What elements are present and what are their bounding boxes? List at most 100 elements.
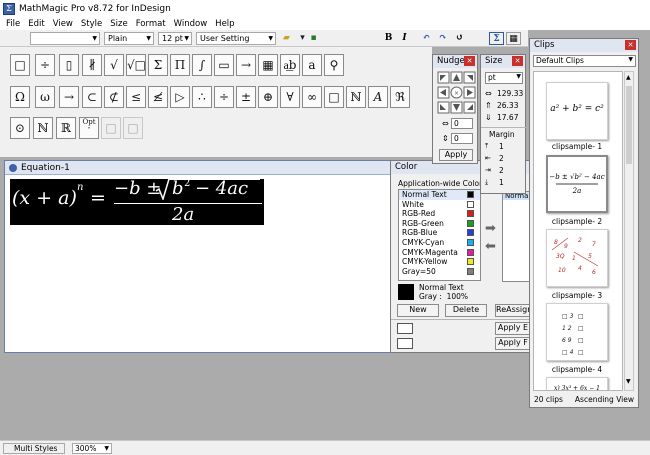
color-item-rgb-green[interactable]: RGB-Green (399, 219, 480, 229)
palette-button[interactable]: ▯ (59, 54, 79, 76)
clip-thumbnail-selected[interactable]: −b ± √b² − 4ac 2a (546, 155, 608, 213)
setting-select[interactable]: User Setting ▼ (196, 32, 276, 45)
new-color-button[interactable]: New (397, 304, 439, 317)
margin-left-value[interactable]: 2 (499, 154, 504, 163)
save-icon[interactable]: ▪ (306, 32, 321, 45)
margin-top-value[interactable]: 1 (499, 142, 504, 151)
menu-style[interactable]: Style (81, 19, 102, 29)
palette-button[interactable]: □ (101, 117, 121, 139)
palette-button[interactable]: → (236, 54, 256, 76)
clip-thumbnail[interactable]: a² + b² = c² (546, 82, 608, 140)
palette-button[interactable]: ∴ (192, 86, 212, 108)
palette-button[interactable]: □ (10, 54, 30, 76)
menu-view[interactable]: View (53, 19, 73, 29)
refresh-icon[interactable]: ↺ (452, 32, 467, 45)
close-icon[interactable]: ✕ (512, 56, 523, 66)
palette-button[interactable]: ⊕ (258, 86, 278, 108)
color-item-cmyk-yellow[interactable]: CMYK-Yellow (399, 257, 480, 267)
undo-icon[interactable]: ↶ (419, 32, 434, 45)
style-select[interactable]: Plain ▼ (104, 32, 154, 45)
nudge-apply-button[interactable]: Apply (439, 149, 473, 161)
palette-button[interactable]: ▷ (170, 86, 190, 108)
palette-button[interactable]: ⊂ (82, 86, 102, 108)
bold-button[interactable]: B (381, 32, 396, 45)
color-item-cmyk-magenta[interactable]: CMYK-Magenta (399, 248, 480, 258)
palette-option-button[interactable]: Opt ˆ (79, 117, 99, 139)
clips-library-select[interactable]: Default Clips ▼ (533, 55, 636, 67)
open-folder-icon[interactable]: ▰ (279, 32, 294, 45)
palette-button[interactable]: Π (170, 54, 190, 76)
palette-button[interactable]: A (368, 86, 388, 108)
width-value[interactable]: 129.33 (497, 89, 523, 98)
clips-scrollbar[interactable]: ▲ ▼ (624, 71, 634, 391)
palette-button[interactable]: ω (35, 86, 55, 108)
redo-icon[interactable]: ↷ (435, 32, 450, 45)
margin-right-value[interactable]: 2 (499, 166, 504, 175)
palette-button[interactable]: ≤ (126, 86, 146, 108)
palette-button[interactable]: ∫ (192, 54, 212, 76)
arrow-right-icon[interactable]: ➡ (485, 221, 496, 236)
zoom-select[interactable]: 300% ▼ (72, 443, 112, 454)
clips-sort-view[interactable]: Ascending View (575, 395, 634, 404)
menu-size[interactable]: Size (110, 19, 127, 29)
palette-button[interactable]: ± (236, 86, 256, 108)
palette-button[interactable]: Σ (148, 54, 168, 76)
palette-button[interactable]: ▭ (214, 54, 234, 76)
arrow-left-icon[interactable]: ⬅ (485, 239, 496, 254)
horizontal-nudge-input[interactable]: 0 (451, 118, 473, 129)
color-item-normal-text[interactable]: Normal Text (399, 190, 480, 200)
menu-edit[interactable]: Edit (28, 19, 44, 29)
color-item-white[interactable]: White (399, 200, 480, 210)
italic-button[interactable]: I (397, 32, 412, 45)
palette-button[interactable]: ∀ (280, 86, 300, 108)
palette-button[interactable]: ℜ (390, 86, 410, 108)
palette-button[interactable]: □ (324, 86, 344, 108)
ascent-value[interactable]: 26.33 (497, 101, 518, 110)
palette-button[interactable]: ⚲ (324, 54, 344, 76)
clip-thumbnail[interactable]: □ 3 □ 1 2 □ 6 9 □ □ 4 □ (546, 303, 608, 361)
clip-thumbnail[interactable]: x) 3x³ + 6x − 1 (546, 377, 608, 390)
close-icon[interactable]: ✕ (464, 56, 475, 66)
palette-button[interactable]: ℝ (56, 117, 76, 139)
color-item-rgb-red[interactable]: RGB-Red (399, 209, 480, 219)
palette-button[interactable]: a (302, 54, 322, 76)
palette-button[interactable]: ⊄ (104, 86, 124, 108)
scroll-up-icon[interactable]: ▲ (626, 74, 632, 84)
scrollbar-thumb[interactable] (626, 86, 632, 164)
palette-button[interactable]: ▦ (258, 54, 278, 76)
font-select[interactable]: ▼ (30, 32, 100, 45)
apply-e-button[interactable]: Apply E (495, 322, 531, 335)
menu-window[interactable]: Window (174, 19, 208, 29)
clip-thumbnail[interactable]: 8 9 2 7 3Q 1 5 10 4 6 (546, 229, 608, 287)
color-item-gray-50[interactable]: Gray=50 (399, 267, 480, 277)
palette-button[interactable]: ⊙ (10, 117, 30, 139)
equation-display[interactable]: (x + a) n = −b ± b 2 − 4ac 2a (10, 178, 264, 225)
menu-help[interactable]: Help (215, 19, 234, 29)
scroll-down-icon[interactable]: ▼ (626, 378, 632, 388)
apply-f-button[interactable]: Apply F (495, 337, 531, 350)
menu-format[interactable]: Format (136, 19, 166, 29)
menu-file[interactable]: File (6, 19, 20, 29)
descent-value[interactable]: 17.67 (497, 113, 518, 122)
color-item-rgb-blue[interactable]: RGB-Blue (399, 228, 480, 238)
color-item-cmyk-cyan[interactable]: CMYK-Cyan (399, 238, 480, 248)
size-select[interactable]: 12 pt ▼ (158, 32, 192, 45)
palette-button[interactable]: ∞ (302, 86, 322, 108)
fill-color-box[interactable] (397, 323, 413, 334)
vertical-nudge-input[interactable]: 0 (451, 133, 473, 144)
grid-toolbar-icon[interactable]: ▦ (506, 32, 521, 45)
palette-button[interactable]: □ (123, 117, 143, 139)
palette-button[interactable]: ∦ (82, 54, 102, 76)
palette-button[interactable]: ℕ (346, 86, 366, 108)
palette-button[interactable]: √□ (126, 54, 146, 76)
palette-button[interactable]: √ (104, 54, 124, 76)
margin-bottom-value[interactable]: 1 (499, 178, 504, 187)
delete-color-button[interactable]: Delete (445, 304, 487, 317)
palette-button[interactable]: ÷ (214, 86, 234, 108)
palette-button[interactable]: ≰ (148, 86, 168, 108)
palette-button[interactable]: Ω (10, 86, 30, 108)
sigma-toolbar-icon[interactable]: Σ (489, 32, 504, 45)
palette-button[interactable]: → (59, 86, 79, 108)
stroke-color-box[interactable] (397, 338, 413, 349)
palette-button[interactable]: a͟b (280, 54, 300, 76)
